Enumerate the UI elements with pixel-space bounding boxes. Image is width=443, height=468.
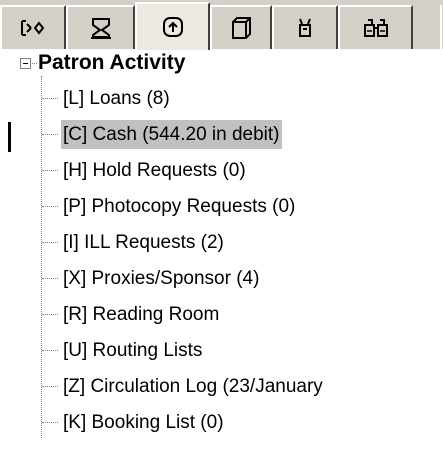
tree-item-hold-requests[interactable]: [H] Hold Requests (0) (42, 154, 443, 187)
tree-item-circulation-log[interactable]: [Z] Circulation Log (23/January (42, 370, 443, 403)
tree-item-label: [Z] Circulation Log (23/January (63, 376, 323, 397)
focus-marker (8, 122, 11, 152)
tree-connector (42, 386, 58, 387)
tree-connector (42, 170, 58, 171)
tab-search[interactable] (338, 5, 413, 49)
tree-connector (42, 314, 58, 315)
tree-item-cash[interactable]: [C] Cash (544.20 in debit) (42, 118, 443, 151)
tab-transfer[interactable] (0, 5, 66, 49)
tree-item-label: [H] Hold Requests (0) (63, 160, 246, 181)
tree-item-reading-room[interactable]: [R] Reading Room (42, 298, 443, 331)
tree-connector (42, 422, 58, 423)
tools-icon (292, 15, 318, 41)
document-icon (228, 15, 254, 41)
tree-item-label: [C] Cash (544.20 in debit) (61, 120, 282, 149)
tree-connector (42, 278, 58, 279)
tab-patron-card[interactable] (66, 5, 135, 49)
tree-item-label: [X] Proxies/Sponsor (4) (63, 268, 260, 289)
tab-document[interactable] (210, 5, 272, 49)
tree-item-ill-requests[interactable]: [I] ILL Requests (2) (42, 226, 443, 259)
collapse-icon[interactable] (20, 58, 31, 69)
tree-connector (42, 98, 58, 99)
patron-activity-panel: Patron Activity [L] Loans (8) [C] Cash (… (0, 0, 443, 468)
tree-item-label: [P] Photocopy Requests (0) (63, 196, 296, 217)
transfer-icon (19, 17, 47, 39)
tree-connector (42, 134, 58, 135)
tree-item-routing-lists[interactable]: [U] Routing Lists (42, 334, 443, 367)
tab-activity[interactable] (135, 2, 210, 50)
tree-connector (42, 242, 58, 243)
tab-tools[interactable] (272, 5, 338, 49)
tree-root-label[interactable]: Patron Activity (38, 50, 185, 78)
binoculars-icon (362, 16, 390, 40)
tree-item-label: [K] Booking List (0) (63, 412, 224, 433)
tree-item-proxies-sponsor[interactable]: [X] Proxies/Sponsor (4) (42, 262, 443, 295)
tree-connector (32, 63, 37, 64)
patron-card-icon (88, 16, 114, 40)
tree-item-booking-list[interactable]: [K] Booking List (0) (42, 406, 443, 439)
tree-item-label: [U] Routing Lists (63, 340, 203, 361)
tree-connector (42, 206, 58, 207)
tree-connector (42, 350, 58, 351)
activity-tree: Patron Activity [L] Loans (8) [C] Cash (… (0, 50, 443, 468)
activity-icon (160, 14, 186, 40)
tree-item-label: [R] Reading Room (63, 304, 220, 325)
tab-bar (0, 0, 443, 50)
tree-item-label: [I] ILL Requests (2) (63, 232, 224, 253)
tree-item-label: [L] Loans (8) (63, 88, 170, 109)
tree-item-loans[interactable]: [L] Loans (8) (42, 82, 443, 115)
tree-item-photocopy-requests[interactable]: [P] Photocopy Requests (0) (42, 190, 443, 223)
